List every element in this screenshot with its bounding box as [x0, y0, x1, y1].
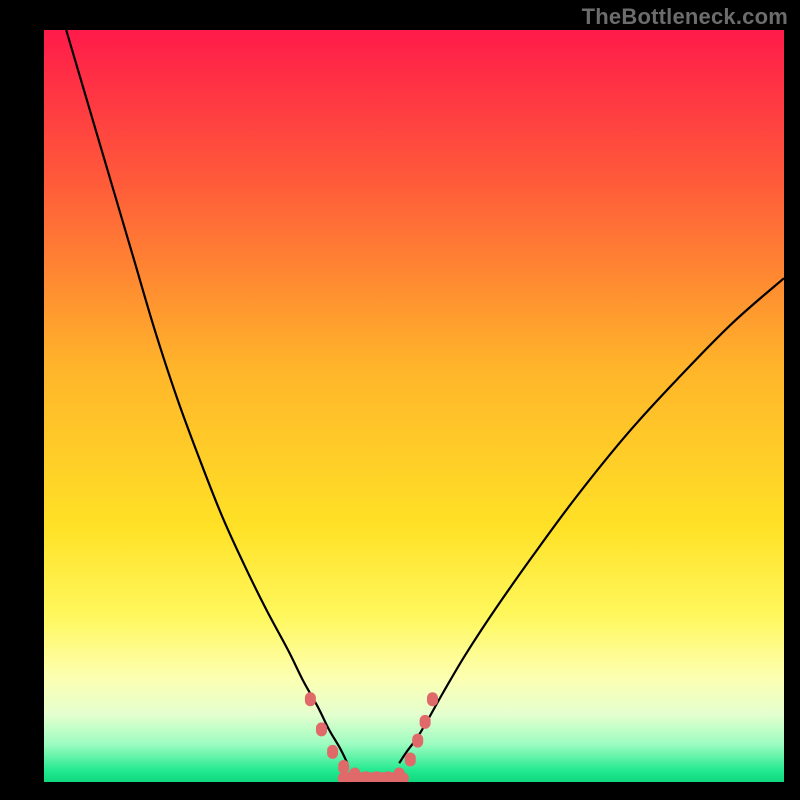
plot-area [44, 30, 784, 782]
chart-frame: TheBottleneck.com [0, 0, 800, 800]
watermark-text: TheBottleneck.com [582, 4, 788, 30]
gradient-background [44, 30, 784, 782]
plot-svg [44, 30, 784, 782]
